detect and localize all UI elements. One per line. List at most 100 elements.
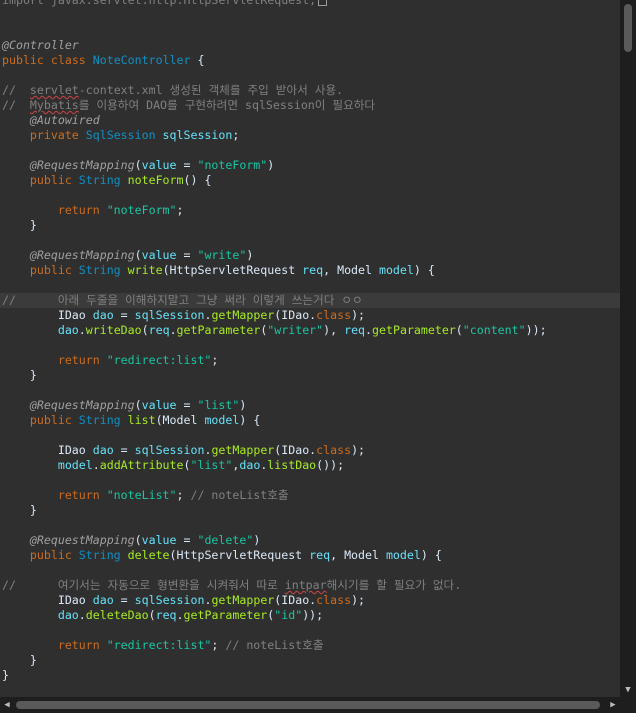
code-line[interactable]: public String list(Model model) { xyxy=(2,413,260,428)
code-line[interactable]: IDao dao = sqlSession.getMapper(IDao.cla… xyxy=(2,593,365,608)
code-token: @Controller xyxy=(2,38,79,52)
code-line[interactable]: } xyxy=(2,668,9,683)
code-token: IDao xyxy=(2,308,93,322)
code-token: req xyxy=(344,323,366,337)
scroll-left-arrow-icon[interactable]: ◀ xyxy=(0,697,14,713)
code-line[interactable]: public class NoteController { xyxy=(2,53,204,68)
code-token: 를 이용하여 DAO를 구현하려면 sqlSession이 필요하다 xyxy=(78,98,376,112)
code-line[interactable]: return "noteList"; // noteList호출 xyxy=(2,488,289,503)
code-token: } xyxy=(2,218,37,232)
vertical-scroll-thumb[interactable] xyxy=(624,4,632,52)
scroll-down-arrow-icon[interactable]: ▼ xyxy=(620,683,636,697)
code-token: } xyxy=(2,368,37,382)
code-token: } xyxy=(2,503,37,517)
code-token: ) xyxy=(267,158,275,172)
code-line[interactable]: model.addAttribute("list",dao.listDao())… xyxy=(2,458,344,473)
vertical-scrollbar[interactable]: ▼ xyxy=(620,0,636,697)
code-token: writeDao xyxy=(85,323,142,337)
code-token: model xyxy=(378,263,414,277)
code-token: = xyxy=(176,158,198,172)
code-token: sqlSession xyxy=(134,593,205,607)
code-token: ( xyxy=(134,533,142,547)
code-token: return xyxy=(2,353,107,367)
code-token: ( xyxy=(148,608,156,622)
code-line[interactable]: public String write(HttpServletRequest r… xyxy=(2,263,435,278)
code-token: dao xyxy=(92,593,114,607)
code-token: ( xyxy=(141,323,149,337)
code-token: . xyxy=(176,608,184,622)
code-line[interactable]: // servlet-context.xml 생성된 객체를 주입 받아서 사용… xyxy=(2,83,343,98)
code-token: "noteForm" xyxy=(197,158,268,172)
code-token: dao xyxy=(57,608,79,622)
code-token: @RequestMapping xyxy=(2,398,135,412)
code-token: value xyxy=(141,158,177,172)
code-line[interactable]: private SqlSession sqlSession; xyxy=(2,128,239,143)
code-token: req xyxy=(309,548,331,562)
code-line[interactable]: public String noteForm() { xyxy=(2,173,212,188)
code-token: = xyxy=(113,443,135,457)
code-line[interactable]: IDao dao = sqlSession.getMapper(IDao.cla… xyxy=(2,443,365,458)
code-line[interactable]: } xyxy=(2,653,37,668)
code-token: getParameter xyxy=(176,323,261,337)
code-line[interactable]: @RequestMapping(value = "list") xyxy=(2,398,246,413)
code-line[interactable]: return "noteForm"; xyxy=(2,203,184,218)
code-token: getMapper xyxy=(211,593,275,607)
code-line[interactable]: // Mybatis를 이용하여 DAO를 구현하려면 sqlSession이 … xyxy=(2,98,375,113)
code-token: (HttpServletRequest xyxy=(162,263,303,277)
code-token: "delete" xyxy=(197,533,254,547)
code-token: intpar xyxy=(284,578,327,592)
code-token: "redirect:list" xyxy=(106,638,212,652)
code-token: "redirect:list" xyxy=(106,353,212,367)
code-token: String xyxy=(78,548,128,562)
code-line[interactable]: dao.deleteDao(req.getParameter("id")); xyxy=(2,608,323,623)
scroll-right-arrow-icon[interactable]: ▶ xyxy=(606,697,620,713)
code-line[interactable]: @Controller xyxy=(2,38,79,53)
code-line[interactable]: } xyxy=(2,503,37,518)
code-line[interactable]: dao.writeDao(req.getParameter("writer"),… xyxy=(2,323,547,338)
code-line[interactable]: } xyxy=(2,218,37,233)
code-token: dao xyxy=(57,323,79,337)
code-line[interactable]: // 여기서는 자동으로 형변환을 시켜줘서 따로 intpar해시기를 할 필… xyxy=(2,578,461,593)
code-token: ( xyxy=(455,323,463,337)
code-token: addAttribute xyxy=(99,458,184,472)
code-token: value xyxy=(141,248,177,262)
code-token: @RequestMapping xyxy=(2,158,135,172)
code-token: // xyxy=(2,98,30,112)
code-token: model xyxy=(204,413,240,427)
code-line[interactable]: @RequestMapping(value = "write") xyxy=(2,248,253,263)
code-token: ( xyxy=(134,398,142,412)
code-token: return xyxy=(2,488,107,502)
code-line[interactable]: IDao dao = sqlSession.getMapper(IDao.cla… xyxy=(2,308,365,323)
code-token: ), xyxy=(323,323,345,337)
code-line[interactable]: return "redirect:list"; xyxy=(2,353,219,368)
code-token: ); xyxy=(351,308,366,322)
code-token: private xyxy=(2,128,86,142)
code-line[interactable]: // 아래 두줄을 이해하지말고 그냥 써라 이렇게 쓰는거다 ㅇㅇ xyxy=(0,293,620,308)
code-line[interactable]: @RequestMapping(value = "noteForm") xyxy=(2,158,274,173)
code-line[interactable]: import javax.servlet.http.HttpServletReq… xyxy=(2,0,328,8)
code-line[interactable]: } xyxy=(2,368,37,383)
code-line[interactable]: @RequestMapping(value = "delete") xyxy=(2,533,260,548)
code-token: IDao xyxy=(2,593,93,607)
code-token: ); xyxy=(351,443,366,457)
code-token: class xyxy=(50,53,93,67)
code-line[interactable]: return "redirect:list"; // noteList호출 xyxy=(2,638,324,653)
code-line[interactable]: public String delete(HttpServletRequest … xyxy=(2,548,442,563)
code-token: delete xyxy=(127,548,170,562)
code-token: // 여기서는 자동으로 형변환을 시켜줘서 따로 xyxy=(2,578,285,592)
code-token: noteForm xyxy=(127,173,184,187)
code-editor[interactable]: import javax.servlet.http.HttpServletReq… xyxy=(0,0,620,697)
horizontal-scrollbar[interactable]: ◀ ▶ xyxy=(0,697,620,713)
code-token: ; xyxy=(176,488,191,502)
code-token: ; xyxy=(232,128,240,142)
code-token: req xyxy=(155,608,177,622)
code-token: getMapper xyxy=(211,443,275,457)
horizontal-scroll-thumb[interactable] xyxy=(16,701,600,709)
code-line[interactable]: @Autowired xyxy=(2,113,100,128)
code-token: (IDao. xyxy=(274,593,317,607)
code-token: = xyxy=(176,248,198,262)
code-token: // xyxy=(2,83,30,97)
code-token: String xyxy=(78,173,128,187)
code-token: return xyxy=(2,203,107,217)
